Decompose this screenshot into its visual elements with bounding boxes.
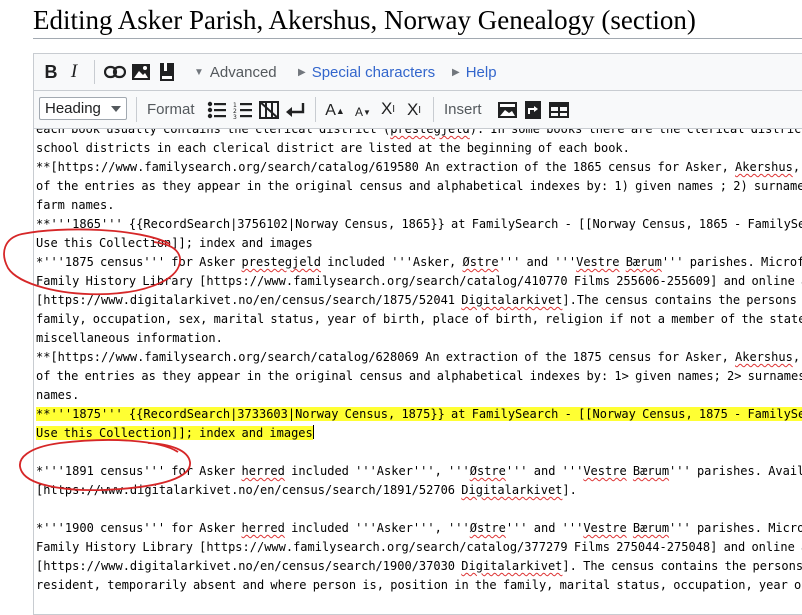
caret-down-icon: ▼	[363, 107, 371, 117]
caret-right-icon: ▶	[452, 66, 460, 78]
toolbar-separator	[136, 97, 137, 122]
wikitext-line: [https://www.digitalarkivet.no/en/census…	[36, 293, 802, 307]
subscript-label: X	[406, 100, 419, 119]
toolbar-separator	[315, 97, 316, 122]
bullet-list-icon[interactable]	[206, 99, 228, 120]
big-text-button[interactable]: A ▲	[325, 100, 345, 122]
small-text-button[interactable]: A ▼	[353, 102, 373, 122]
wikitext-line: of the entries as they appear in the ori…	[36, 369, 802, 383]
help-label: Help	[465, 63, 497, 81]
insert-group-label: Insert	[444, 100, 482, 118]
special-characters-label: Special characters	[311, 63, 436, 81]
wikitext-line: names.	[36, 388, 80, 402]
wikitext-line: Use this Collection]]; index and images	[36, 236, 313, 250]
advanced-toggle[interactable]: ▼ Advanced	[194, 63, 277, 81]
help-toggle[interactable]: ▶ Help	[452, 63, 497, 81]
chevron-down-icon	[111, 106, 121, 112]
big-text-label: A	[325, 102, 336, 119]
subscript-marker: I	[418, 104, 422, 116]
gallery-icon[interactable]	[496, 99, 518, 120]
newline-icon[interactable]	[284, 99, 306, 120]
wikitext-line: *'''1900 census''' for Asker herred incl…	[36, 521, 802, 535]
wikitext-line: school districts in each clerical distri…	[36, 141, 630, 155]
wikitext-line: **[https://www.familysearch.org/search/c…	[36, 160, 801, 174]
heading-dropdown-label: Heading	[45, 100, 101, 117]
heading-dropdown[interactable]: Heading	[39, 97, 127, 120]
caret-down-icon: ▼	[194, 66, 204, 78]
wikitext-line: [https://www.digitalarkivet.no/en/census…	[36, 559, 802, 573]
wikitext-line: **[https://www.familysearch.org/search/c…	[36, 350, 801, 364]
svg-text:3: 3	[233, 114, 237, 119]
wikitext-line: Use this Collection]]; index and images	[36, 425, 314, 440]
advanced-label: Advanced	[209, 63, 277, 81]
toolbar-separator	[94, 60, 95, 84]
wikitext-line: miscellaneous information.	[36, 331, 223, 345]
wikitext-line: each book usually contains the clerical …	[36, 129, 802, 136]
wikitext-line: of the entries as they appear in the ori…	[36, 179, 802, 193]
subscript-button[interactable]: XI	[403, 99, 425, 121]
italic-button[interactable]: I	[66, 61, 82, 82]
wikitext-line: *'''1875 census''' for Asker prestegjeld…	[36, 255, 802, 269]
wikitext-line: **'''1875''' {{RecordSearch|3733603|Norw…	[36, 405, 802, 424]
reference-icon[interactable]	[157, 62, 177, 82]
wikitext-textarea[interactable]: each book usually contains the clerical …	[34, 129, 802, 614]
small-text-label: A	[355, 105, 364, 119]
nowiki-icon[interactable]	[258, 99, 280, 120]
caret-up-icon: ▲	[335, 106, 345, 116]
wikitext-line: [https://www.digitalarkivet.no/en/census…	[36, 483, 577, 497]
page-title: Editing Asker Parish, Akershus, Norway G…	[33, 5, 696, 35]
wikitext-line: Family History Library [https://www.fami…	[36, 274, 802, 288]
wikitext-line: farm names.	[36, 198, 115, 212]
special-characters-toggle[interactable]: ▶ Special characters	[298, 63, 435, 81]
redirect-icon[interactable]	[522, 99, 544, 120]
wikitext-line: family, occupation, sex, marital status,…	[36, 312, 802, 326]
toolbar-separator	[433, 97, 434, 122]
caret-right-icon: ▶	[298, 66, 306, 78]
wikitext-line: Family History Library [https://www.fami…	[36, 540, 802, 554]
wikitext-editor: B I ▼ Advanced ▶ Special characters ▶ Help …	[33, 53, 802, 615]
table-icon[interactable]	[548, 99, 570, 120]
wikitext-line: **'''1865''' {{RecordSearch|3756102|Norw…	[36, 217, 802, 231]
text-cursor	[312, 425, 314, 439]
title-divider	[33, 38, 802, 39]
bold-button[interactable]: B	[42, 62, 60, 82]
numbered-list-icon[interactable]: 123	[232, 99, 254, 120]
image-icon[interactable]	[131, 62, 151, 82]
format-group-label: Format	[147, 100, 195, 118]
wikitext-line: *'''1891 census''' for Asker herred incl…	[36, 464, 802, 478]
advanced-toolbar: Heading Format 123 A ▲ A ▼ XI XI Insert	[34, 91, 802, 129]
superscript-button[interactable]: XI	[377, 98, 399, 120]
link-icon[interactable]	[104, 62, 126, 82]
superscript-marker: I	[392, 103, 396, 115]
main-toolbar: B I ▼ Advanced ▶ Special characters ▶ Help	[34, 54, 802, 91]
superscript-label: X	[380, 99, 393, 118]
